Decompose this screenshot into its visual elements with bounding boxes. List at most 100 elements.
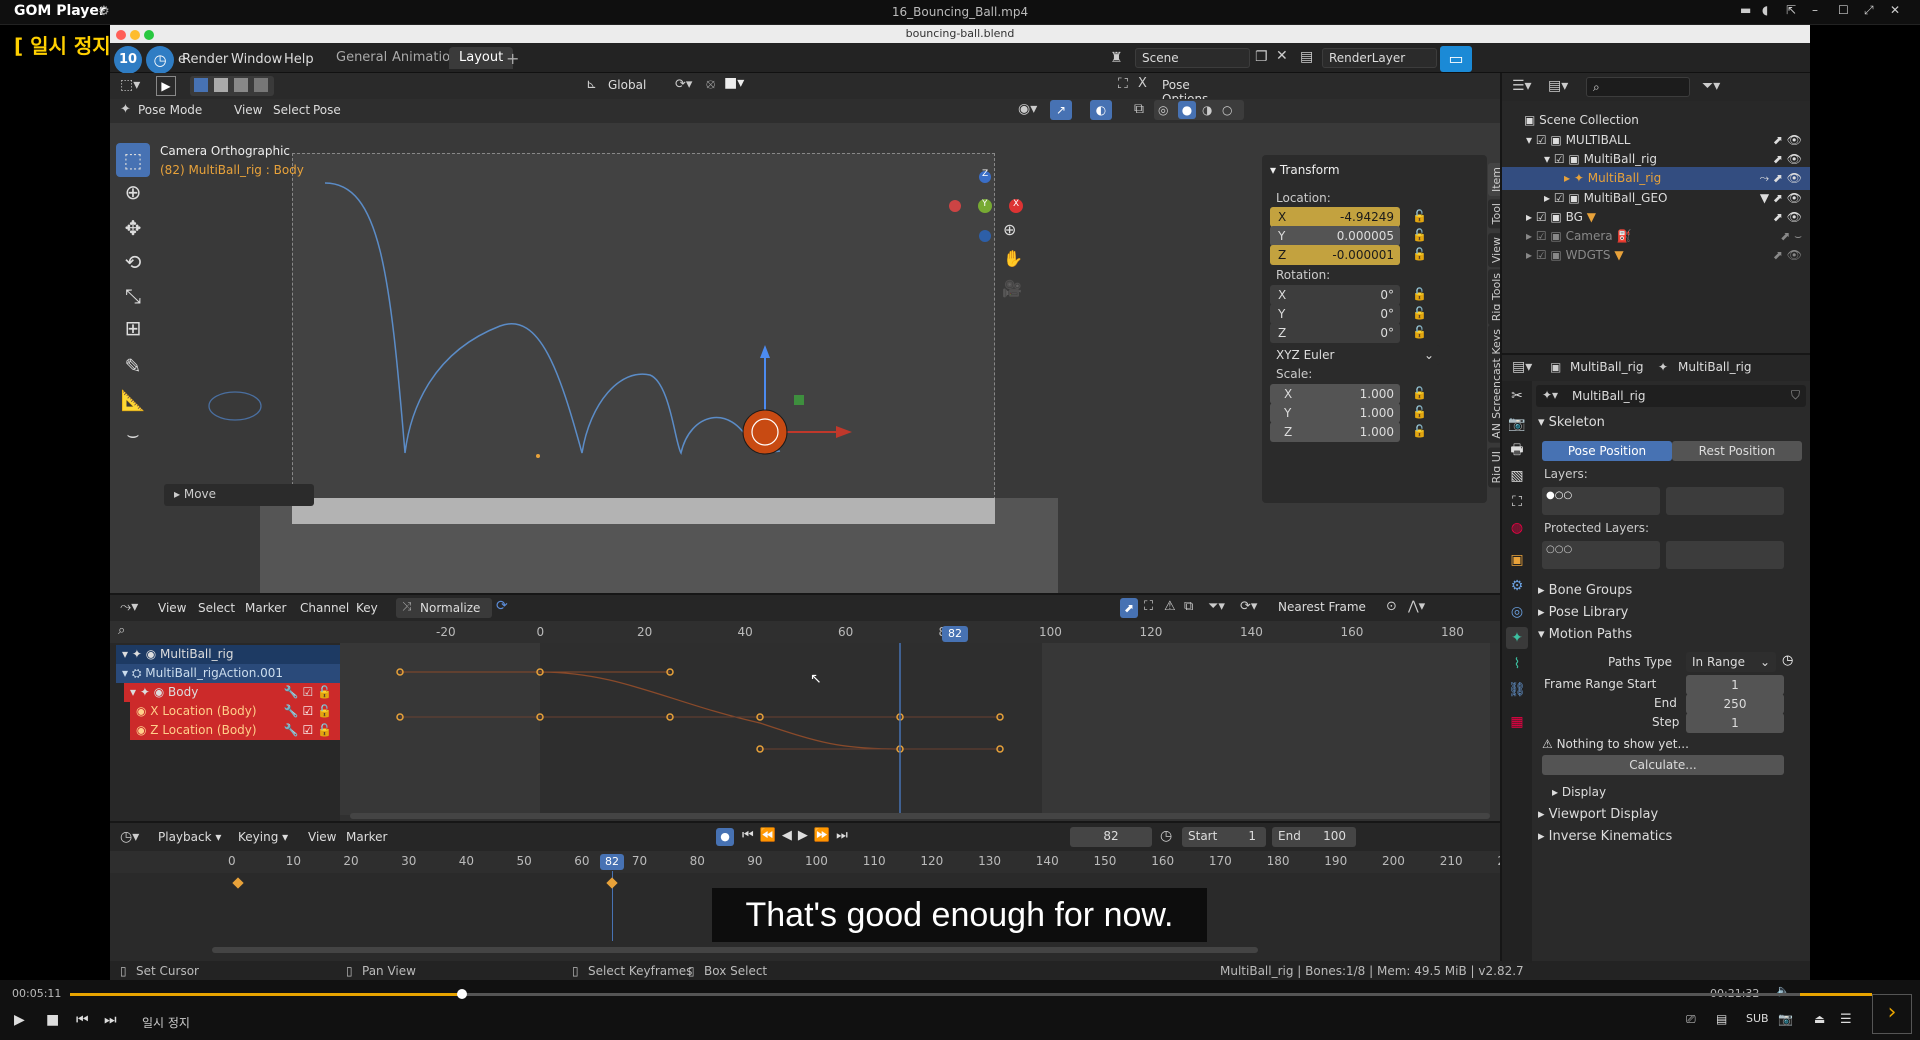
window-minimize-icon[interactable]: – xyxy=(1812,3,1818,17)
gizmo-plane-handle[interactable] xyxy=(794,395,804,405)
lock-x-icon[interactable]: 🔓 xyxy=(1412,209,1427,223)
move-tool-icon[interactable]: ✥ xyxy=(116,211,150,245)
fake-user-icon[interactable]: ⛉ xyxy=(1791,388,1800,403)
annotate-tool-icon[interactable]: ✎ xyxy=(116,349,150,383)
eject-icon[interactable]: ⏏ xyxy=(1814,1012,1825,1026)
tab-layout[interactable]: Layout xyxy=(449,47,514,69)
motion-paths-panel[interactable]: ▾ Motion Paths xyxy=(1538,627,1632,642)
object-tab-icon[interactable]: ▣ xyxy=(1506,549,1528,571)
scale-lock-z-icon[interactable]: 🔓 xyxy=(1412,424,1427,438)
layers-grid-left[interactable]: ●○○ xyxy=(1542,487,1660,515)
menu-icon[interactable]: ☰ xyxy=(1840,1012,1852,1027)
outliner-search[interactable]: ⌕ xyxy=(1586,77,1690,97)
ge-menu-marker[interactable]: Marker xyxy=(245,601,286,615)
rest-position-button[interactable]: Rest Position xyxy=(1672,441,1802,461)
menu-render[interactable]: Render xyxy=(182,52,228,67)
ge-menu-channel[interactable]: Channel xyxy=(300,601,349,615)
graph-editor-type-icon[interactable]: ⤳▾ xyxy=(120,599,138,615)
tl-keyframe[interactable] xyxy=(606,877,618,889)
bone-tab-icon[interactable]: ⌇ xyxy=(1506,653,1528,675)
curve-area[interactable]: ↖ xyxy=(340,643,1490,815)
channel-object[interactable]: ▾ ✦ ◉ MultiBall_rig xyxy=(116,645,340,664)
next-arrow-icon[interactable]: › xyxy=(1872,994,1912,1034)
physics-tab-icon[interactable]: ◎ xyxy=(1506,601,1528,623)
capture-icon[interactable]: 📷 xyxy=(1778,1012,1793,1026)
prev-icon[interactable]: ⏮ xyxy=(76,1012,89,1028)
paths-type-dropdown[interactable]: In Range ⌄ xyxy=(1686,652,1776,672)
scale-y-field[interactable]: Y 1.000 xyxy=(1270,403,1400,423)
select-box-tool-icon[interactable]: ⬚ xyxy=(116,143,150,177)
stop-icon[interactable]: ■ xyxy=(46,1012,59,1028)
clock-icon[interactable]: ◷ xyxy=(1782,653,1793,668)
curve-visibility-icon[interactable]: ◉ xyxy=(136,704,150,718)
measure-tool-icon[interactable]: 📐 xyxy=(116,383,150,417)
3d-viewport[interactable]: ⬚▾ ▶ ⊾ Global ⟳▾ ⦻ ■▾ ⛶ X Pose Options ✦… xyxy=(110,73,1505,593)
tl-menu-playback[interactable]: Playback ▾ xyxy=(158,830,221,844)
ghost-curves-icon[interactable]: ⧉ xyxy=(1184,599,1193,614)
record-icon[interactable]: ● xyxy=(716,828,734,846)
tl-scrollbar[interactable] xyxy=(212,947,1258,953)
minimize-dot-icon[interactable] xyxy=(130,30,140,40)
transform-header[interactable]: ▾ Transform xyxy=(1270,163,1340,177)
only-selected-icon[interactable]: ⬈ xyxy=(1120,598,1138,618)
timeline-editor-type-icon[interactable]: ◷▾ xyxy=(120,829,139,845)
scale-z-field[interactable]: Z 1.000 xyxy=(1270,422,1400,442)
scale-lock-x-icon[interactable]: 🔓 xyxy=(1412,386,1427,400)
subtitle-icon[interactable]: SUB xyxy=(1746,1012,1769,1025)
menu-window[interactable]: Window xyxy=(231,52,282,67)
channel-x-location[interactable]: ◉ X Location (Body) 🔧 ☑ 🔓 xyxy=(130,702,340,721)
menu-help[interactable]: Help xyxy=(284,52,314,67)
seek-handle[interactable] xyxy=(457,989,467,999)
x-toggles-icon[interactable]: 🔧 ☑ 🔓 xyxy=(284,702,332,721)
bone-constraint-tab-icon[interactable]: ⛓ xyxy=(1506,679,1528,701)
ball[interactable] xyxy=(742,409,788,455)
tl-menu-view[interactable]: View xyxy=(308,830,336,844)
tl-menu-keying[interactable]: Keying ▾ xyxy=(238,830,288,844)
scale-x-field[interactable]: X 1.000 xyxy=(1270,384,1400,404)
lock-y-icon[interactable]: 🔓 xyxy=(1412,228,1427,242)
volume-slider[interactable] xyxy=(1800,993,1872,996)
scale-tool-icon[interactable]: ⤡ xyxy=(116,279,150,313)
rotation-mode-dropdown[interactable]: XYZ Euler ⌄ xyxy=(1270,345,1440,365)
playback-controls-icon[interactable]: ⏮⏪◀▶⏩⏭ xyxy=(742,828,854,843)
add-workspace-icon[interactable]: + xyxy=(506,49,519,68)
end-frame-field[interactable]: End 100 xyxy=(1272,827,1356,847)
only-errors-icon[interactable]: ⚠ xyxy=(1164,599,1176,614)
zoom-icon[interactable]: ⊕ xyxy=(1003,220,1016,239)
pose-library-panel[interactable]: ▸ Pose Library xyxy=(1538,605,1628,620)
armature-name-field[interactable]: ✦▾ MultiBall_rig ⛉ xyxy=(1536,385,1806,407)
rot-lock-y-icon[interactable]: 🔓 xyxy=(1412,306,1427,320)
rot-lock-x-icon[interactable]: 🔓 xyxy=(1412,287,1427,301)
channel-z-location[interactable]: ◉ Z Location (Body) 🔧 ☑ 🔓 xyxy=(130,721,340,740)
outliner-filter-icon[interactable]: ⏷▾ xyxy=(1702,78,1720,94)
pose-position-button[interactable]: Pose Position xyxy=(1542,441,1672,461)
pivot-point-icon[interactable]: ⟳▾ xyxy=(1240,599,1257,614)
display-subpanel[interactable]: ▸ Display xyxy=(1552,785,1606,799)
screen-icon[interactable]: ▭ xyxy=(1440,46,1472,72)
properties-type-icon[interactable]: ▤▾ xyxy=(1512,359,1532,375)
scene-tab-icon[interactable]: ⛶ xyxy=(1506,491,1528,513)
modifier-tab-icon[interactable]: ⚙ xyxy=(1506,575,1528,597)
protected-grid-left[interactable]: ○○○ xyxy=(1542,541,1660,569)
group-toggles-icon[interactable]: 🔧 ☑ 🔓 xyxy=(284,683,332,702)
world-tab-icon[interactable]: ◍ xyxy=(1506,517,1528,539)
zoom-dot-icon[interactable] xyxy=(144,30,154,40)
pose-tool-icon[interactable]: ⌣ xyxy=(116,417,150,451)
gizmo-x-arrow-icon[interactable] xyxy=(836,426,852,438)
location-z-field[interactable]: Z -0.000001 xyxy=(1270,245,1400,265)
location-x-field[interactable]: X -4.94249 xyxy=(1270,207,1400,227)
pin-icon[interactable]: ⇱ xyxy=(1786,3,1796,17)
channel-action[interactable]: ▾ ⛭ MultiBall_rigAction.001 xyxy=(116,664,340,683)
bone-groups-panel[interactable]: ▸ Bone Groups xyxy=(1538,583,1632,598)
texture-tab-icon[interactable]: ▦ xyxy=(1506,711,1528,733)
nav-neg-x-icon[interactable] xyxy=(949,200,961,212)
protected-grid-right[interactable] xyxy=(1666,541,1784,569)
location-y-field[interactable]: Y 0.000005 xyxy=(1270,226,1400,246)
delete-scene-icon[interactable]: ✕ xyxy=(1276,48,1288,64)
ge-menu-view[interactable]: View xyxy=(158,601,186,615)
step-field[interactable]: 1 xyxy=(1686,713,1784,733)
outliner-row-wdgts[interactable]: ▸ ☑ ▣ WDGTS ▼ ⬈ 👁 xyxy=(1502,244,1810,267)
output-tab-icon[interactable]: 🖶 xyxy=(1506,439,1528,461)
audio-icon[interactable]: ◖ xyxy=(1762,3,1768,17)
gizmo-z-arrow-icon[interactable] xyxy=(760,345,770,358)
